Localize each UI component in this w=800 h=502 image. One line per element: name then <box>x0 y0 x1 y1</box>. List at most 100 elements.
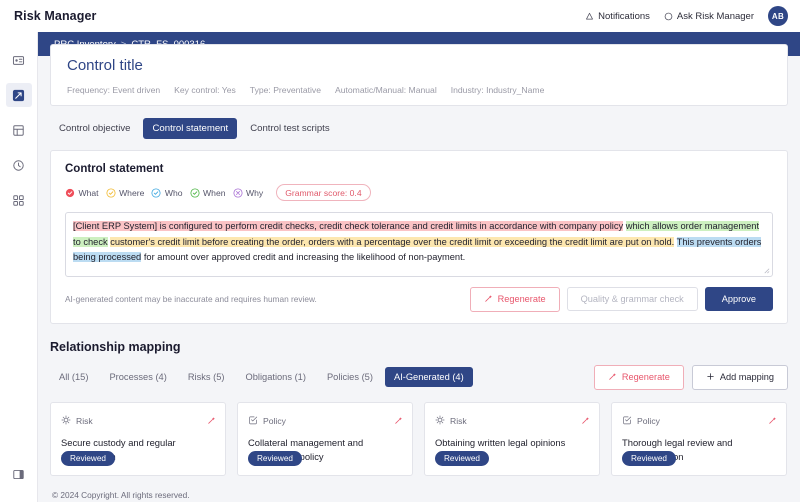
risk-icon <box>61 412 71 430</box>
filter-obligations[interactable]: Obligations (1) <box>236 367 314 387</box>
card-type-label: Policy <box>637 415 660 426</box>
card-wand-icon[interactable] <box>581 412 590 430</box>
card-header: Policy <box>248 412 402 430</box>
check-filled-icon <box>65 188 75 198</box>
quality-grammar-check-label: Quality & grammar check <box>580 294 684 304</box>
chip-where[interactable]: Where <box>106 187 145 198</box>
sidebar-collapse-button[interactable] <box>6 462 32 486</box>
statement-segment-plain: for amount over approved credit and incr… <box>141 252 466 262</box>
chip-who-label: Who <box>164 187 183 198</box>
wand-icon <box>608 372 617 383</box>
regenerate-statement-label: Regenerate <box>497 294 546 304</box>
criteria-chips: What Where Who When Why Grammar score: 0… <box>65 184 773 201</box>
statement-segment-when: customer's credit limit before creating … <box>110 236 675 247</box>
sidebar-item-library[interactable] <box>6 118 32 142</box>
sidebar-item-controls[interactable] <box>5 83 32 107</box>
ai-disclaimer: AI-generated content may be inaccurate a… <box>65 294 317 304</box>
card-wand-icon[interactable] <box>768 412 777 430</box>
chip-when-label: When <box>203 187 226 198</box>
bell-icon <box>585 12 594 21</box>
plus-icon <box>706 372 715 383</box>
ask-risk-manager-button[interactable]: Ask Risk Manager <box>664 11 754 22</box>
relationship-card-grid: Risk Secure custody and regular reconcil… <box>50 401 788 476</box>
relationship-filters: All (15) Processes (4) Risks (5) Obligat… <box>50 367 473 387</box>
chip-why[interactable]: Why <box>232 187 264 198</box>
control-statement-text: [Client ERP System] is configured to per… <box>73 219 765 266</box>
control-statement-heading: Control statement <box>65 163 164 175</box>
status-badge: Reviewed <box>248 450 302 466</box>
relationship-card[interactable]: Risk Secure custody and regular reconcil… <box>50 401 226 476</box>
notifications-label: Notifications <box>598 10 650 22</box>
relationship-mapping-section: Relationship mapping All (15) Processes … <box>50 340 788 476</box>
page-container: PRC Inventory > CTR_FS_000316 Control ti… <box>38 32 800 502</box>
card-type-label: Risk <box>450 415 467 426</box>
tab-control-objective[interactable]: Control objective <box>50 118 139 139</box>
app-root: Risk Manager Notifications Ask Risk Mana… <box>0 0 800 502</box>
relationship-card[interactable]: Policy Collateral management and segrega… <box>237 401 413 476</box>
page-content: Control objective Control statement Cont… <box>38 56 800 502</box>
add-mapping-button[interactable]: Add mapping <box>691 364 788 390</box>
filter-policies[interactable]: Policies (5) <box>318 367 382 387</box>
filter-processes[interactable]: Processes (4) <box>100 367 175 387</box>
tab-control-statement[interactable]: Control statement <box>143 118 238 139</box>
sidebar-item-history[interactable] <box>6 153 32 177</box>
regenerate-statement-button[interactable]: Regenerate <box>469 286 560 312</box>
app-brand: Risk Manager <box>14 9 97 23</box>
dashboard-icon <box>12 54 25 67</box>
regenerate-mappings-button[interactable]: Regenerate <box>593 364 684 390</box>
chat-bubble-icon <box>664 12 673 21</box>
risk-icon <box>435 412 445 430</box>
status-badge: Reviewed <box>622 450 676 466</box>
check-circle-icon <box>151 187 161 198</box>
check-circle-icon <box>190 187 200 198</box>
control-statement-footer: AI-generated content may be inaccurate a… <box>65 286 773 323</box>
top-bar-actions: Notifications Ask Risk Manager AB <box>585 6 788 26</box>
top-bar: Risk Manager Notifications Ask Risk Mana… <box>0 0 800 32</box>
relationship-mapping-heading: Relationship mapping <box>50 339 181 354</box>
tab-control-test-scripts[interactable]: Control test scripts <box>241 118 338 139</box>
quality-grammar-check-button[interactable]: Quality & grammar check <box>566 287 698 311</box>
statement-actions: Regenerate Quality & grammar check Appro… <box>469 286 773 312</box>
status-badge: Reviewed <box>435 450 489 466</box>
control-statement-card: Control statement What Where Who When Wh… <box>50 150 788 324</box>
chip-what[interactable]: What <box>65 188 99 198</box>
chip-why-label: Why <box>246 187 264 198</box>
card-type-label: Risk <box>76 415 93 426</box>
relationship-card[interactable]: Risk Obtaining written legal opinions Re… <box>424 401 600 476</box>
chip-where-label: Where <box>119 187 145 198</box>
apps-icon <box>12 194 25 207</box>
card-type-label: Policy <box>263 415 286 426</box>
avatar[interactable]: AB <box>768 6 788 26</box>
card-wand-icon[interactable] <box>394 412 403 430</box>
sidebar-item-apps[interactable] <box>6 188 32 212</box>
history-icon <box>12 159 25 172</box>
sidebar-item-dashboard[interactable] <box>6 48 32 72</box>
control-tabs: Control objective Control statement Cont… <box>50 118 788 139</box>
approve-label: Approve <box>721 294 756 304</box>
notifications-button[interactable]: Notifications <box>585 11 650 22</box>
card-header: Risk <box>61 412 215 430</box>
statement-segment-what: [Client ERP System] is configured to per… <box>73 221 624 231</box>
status-badge: Reviewed <box>61 450 115 466</box>
filter-risks[interactable]: Risks (5) <box>179 367 234 387</box>
copyright-text: © 2024 Copyright. All rights reserved. <box>52 489 190 500</box>
library-icon <box>12 124 25 137</box>
collapse-icon <box>12 468 25 481</box>
page-footer: © 2024 Copyright. All rights reserved. U… <box>50 490 788 502</box>
chip-when[interactable]: When <box>190 188 226 198</box>
ask-risk-manager-label: Ask Risk Manager <box>676 10 754 22</box>
filter-ai-generated[interactable]: AI-Generated (4) <box>384 367 473 387</box>
card-wand-icon[interactable] <box>207 412 216 430</box>
card-header: Policy <box>622 412 776 430</box>
relationship-card[interactable]: Policy Thorough legal review and documen… <box>611 401 787 476</box>
textarea-resize-handle[interactable] <box>763 267 770 274</box>
approve-button[interactable]: Approve <box>704 287 773 311</box>
policy-icon <box>622 412 632 430</box>
filter-all[interactable]: All (15) <box>50 367 97 387</box>
controls-icon <box>12 89 25 102</box>
control-statement-textarea[interactable]: [Client ERP System] is configured to per… <box>65 212 773 277</box>
chip-who[interactable]: Who <box>151 187 183 198</box>
chip-what-label: What <box>78 187 99 198</box>
cross-circle-icon <box>232 187 243 198</box>
regenerate-mappings-label: Regenerate <box>621 372 670 382</box>
